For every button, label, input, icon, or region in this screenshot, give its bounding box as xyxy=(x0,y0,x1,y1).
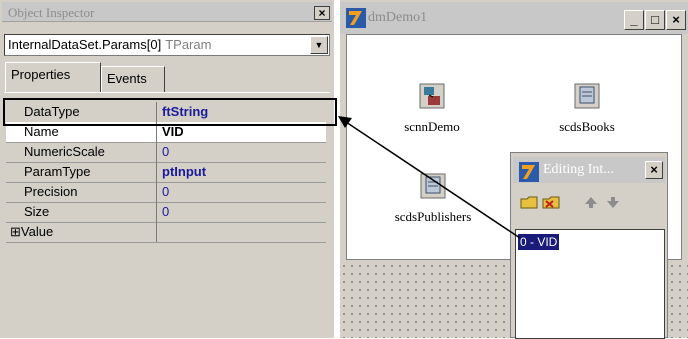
component-scnndemo[interactable]: scnnDemo xyxy=(387,83,477,135)
delphi-logo-icon xyxy=(346,8,366,28)
property-row-value[interactable]: ⊞Value xyxy=(6,222,326,243)
selected-object-type: TParam xyxy=(165,37,212,52)
property-name: Name xyxy=(24,124,59,139)
property-name: ParamType xyxy=(24,164,91,179)
property-name: NumericScale xyxy=(24,144,105,159)
property-value[interactable]: VID xyxy=(162,124,184,139)
column-divider xyxy=(156,222,157,242)
object-inspector-window: Object Inspector × InternalDataSet.Param… xyxy=(0,0,334,338)
component-label: scdsBooks xyxy=(559,119,615,134)
column-divider xyxy=(156,162,157,182)
property-value[interactable]: 0 xyxy=(162,144,169,159)
dataset-component-icon xyxy=(420,173,446,199)
close-icon[interactable]: × xyxy=(314,6,330,20)
dataset-component-icon xyxy=(574,83,600,109)
component-label: scnnDemo xyxy=(404,119,460,134)
column-divider xyxy=(156,182,157,202)
connection-component-icon xyxy=(419,83,445,109)
property-row-precision[interactable]: Precision 0 xyxy=(6,182,326,203)
property-value[interactable]: ptInput xyxy=(162,164,206,179)
add-item-icon[interactable] xyxy=(519,193,539,211)
column-divider xyxy=(156,202,157,222)
property-name: Precision xyxy=(24,184,78,199)
object-selector-value: InternalDataSet.Params[0] TParam xyxy=(8,37,211,52)
close-icon[interactable]: × xyxy=(645,161,663,179)
property-row-paramtype[interactable]: ParamType ptInput xyxy=(6,162,326,183)
chevron-down-icon[interactable]: ▼ xyxy=(310,36,328,54)
form-title: dmDemo1 xyxy=(368,10,428,25)
maximize-icon[interactable]: □ xyxy=(645,10,665,30)
tab-events[interactable]: Events xyxy=(101,66,165,92)
property-row-numericscale[interactable]: NumericScale 0 xyxy=(6,142,326,163)
property-name: ⊞Value xyxy=(10,224,54,239)
component-scdspublishers[interactable]: scdsPublishers xyxy=(383,173,483,225)
component-scdsbooks[interactable]: scdsBooks xyxy=(542,83,632,135)
object-inspector-titlebar[interactable]: Object Inspector × xyxy=(2,2,332,22)
move-up-icon[interactable] xyxy=(581,193,601,211)
close-icon[interactable]: × xyxy=(666,10,686,30)
tab-properties[interactable]: Properties xyxy=(5,62,101,92)
delphi-logo-icon xyxy=(519,162,539,182)
highlight-box xyxy=(3,98,337,126)
component-label: scdsPublishers xyxy=(394,209,472,224)
delete-item-icon[interactable] xyxy=(541,193,561,211)
collection-list[interactable]: 0 - VID xyxy=(515,229,665,339)
collection-editor-titlebar[interactable]: Editing Int... × xyxy=(513,157,665,183)
form-titlebar[interactable]: dmDemo1 _ □ × xyxy=(340,2,688,34)
property-value[interactable]: 0 xyxy=(162,184,169,199)
object-selector-dropdown[interactable]: InternalDataSet.Params[0] TParam ▼ xyxy=(4,34,330,56)
minimize-icon[interactable]: _ xyxy=(624,10,644,30)
selected-object-name: InternalDataSet.Params[0] xyxy=(8,37,162,52)
collection-editor-title: Editing Int... xyxy=(543,162,614,177)
collection-editor-window: Editing Int... × 0 - VID xyxy=(510,152,668,339)
property-value[interactable]: 0 xyxy=(162,204,169,219)
move-down-icon[interactable] xyxy=(603,193,623,211)
column-divider xyxy=(156,142,157,162)
object-inspector-title: Object Inspector xyxy=(8,5,95,20)
property-name: Size xyxy=(24,204,50,219)
property-row-size[interactable]: Size 0 xyxy=(6,202,326,223)
list-item[interactable]: 0 - VID xyxy=(518,234,560,250)
